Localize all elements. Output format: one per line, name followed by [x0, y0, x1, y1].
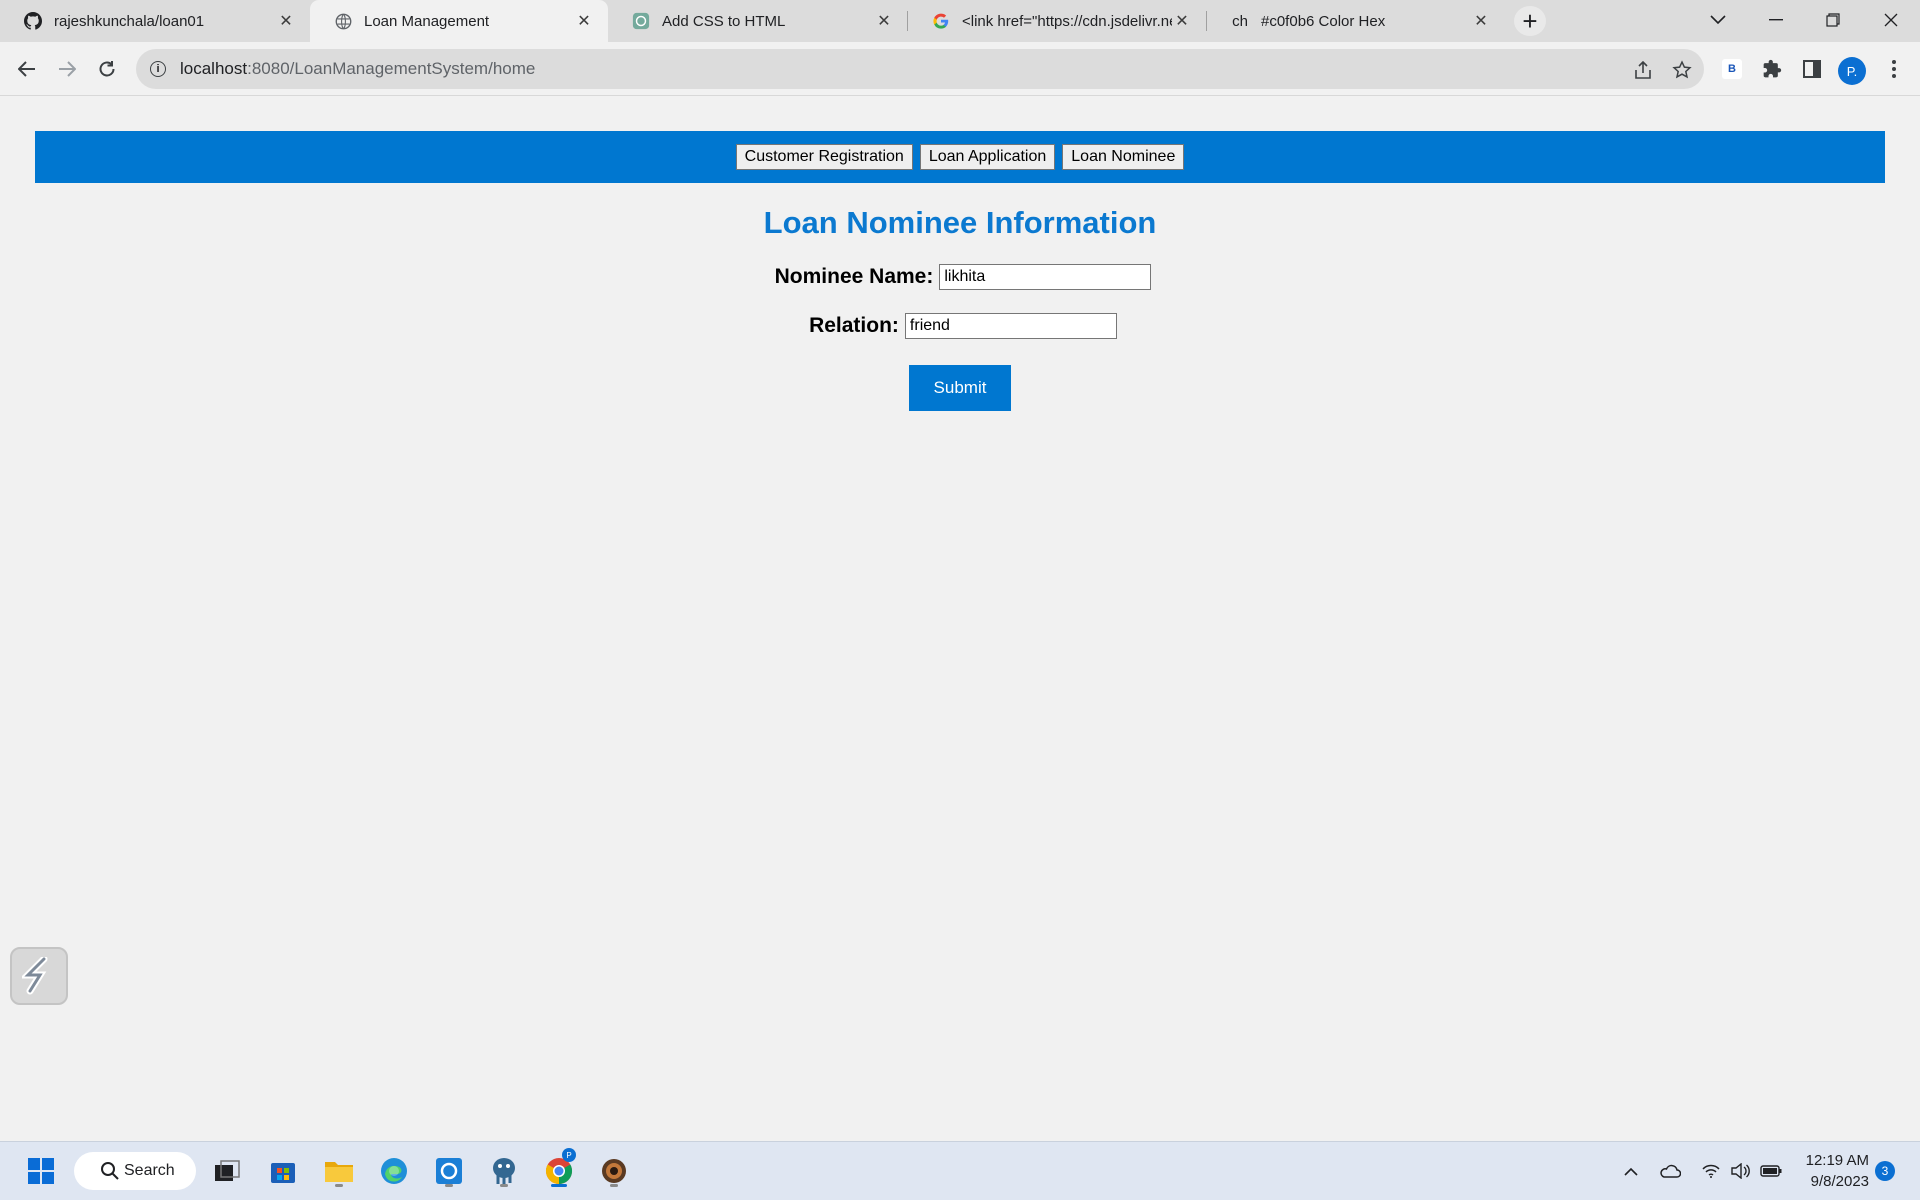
relation-input[interactable]: [904, 313, 1117, 339]
restore-icon[interactable]: [1813, 4, 1853, 36]
extension-badge: B: [1722, 59, 1742, 79]
share-icon[interactable]: [1628, 55, 1658, 85]
github-icon: [24, 12, 42, 30]
new-tab-button[interactable]: +: [1514, 6, 1546, 36]
address-bar[interactable]: i localhost:8080/LoanManagementSystem/ho…: [136, 49, 1704, 89]
running-indicator: [610, 1184, 618, 1187]
chatgpt-icon: [632, 12, 650, 30]
avatar[interactable]: P.: [1838, 57, 1866, 85]
app-shield-icon[interactable]: [595, 1152, 633, 1190]
close-window-icon[interactable]: [1871, 4, 1911, 36]
clock-time: 12:19 AM: [1805, 1152, 1869, 1169]
loan-application-button[interactable]: Loan Application: [919, 144, 1056, 170]
running-indicator: [445, 1184, 453, 1187]
more-menu-icon[interactable]: [1879, 54, 1909, 84]
customer-registration-button[interactable]: Customer Registration: [735, 144, 913, 170]
edge-browser-icon[interactable]: [375, 1152, 413, 1190]
widget-logo-icon: [22, 957, 48, 995]
wifi-icon[interactable]: [1697, 1154, 1725, 1188]
battery-icon[interactable]: [1757, 1154, 1785, 1188]
clock-date: 9/8/2023: [1810, 1173, 1869, 1190]
side-panel-icon[interactable]: [1797, 54, 1827, 84]
tab-title: rajeshkunchala/loan01: [54, 12, 205, 30]
google-icon: [932, 12, 950, 30]
relation-label: Relation:: [809, 314, 899, 337]
taskbar-search[interactable]: Search: [74, 1152, 196, 1190]
task-view-icon[interactable]: [208, 1152, 246, 1190]
cortana-icon[interactable]: [430, 1152, 468, 1190]
running-indicator: [500, 1184, 508, 1187]
loan-nominee-button[interactable]: Loan Nominee: [1062, 144, 1185, 170]
browser-toolbar: i localhost:8080/LoanManagementSystem/ho…: [0, 42, 1920, 96]
notification-badge[interactable]: 3: [1875, 1161, 1895, 1181]
active-indicator: [551, 1184, 567, 1187]
close-icon[interactable]: ✕: [1471, 11, 1491, 31]
forward-arrow-icon[interactable]: [50, 52, 84, 86]
reload-icon[interactable]: [90, 52, 124, 86]
tab-title: Add CSS to HTML: [662, 12, 786, 30]
back-arrow-icon[interactable]: [10, 52, 44, 86]
chrome-icon[interactable]: P: [540, 1148, 578, 1190]
url-host: localhost: [180, 59, 248, 78]
nominee-name-input[interactable]: [939, 264, 1152, 290]
page-title: Loan Nominee Information: [763, 205, 1157, 240]
tab-title: #c0f0b6 Color Hex: [1261, 12, 1386, 30]
site-info-icon[interactable]: i: [150, 61, 166, 77]
page-content: Customer Registration Loan Application L…: [0, 97, 1920, 1141]
taskbar-clock[interactable]: 12:19 AM 9/8/2023: [1793, 1150, 1869, 1192]
relation-row: Relation:: [0, 313, 1920, 339]
tab-search-icon[interactable]: [1698, 4, 1738, 36]
tab-title: Loan Management: [364, 12, 490, 30]
bookmark-star-icon[interactable]: [1667, 55, 1697, 85]
postgresql-icon[interactable]: [485, 1152, 523, 1190]
close-icon[interactable]: ✕: [874, 11, 894, 31]
taskbar: Search P 12:19 AM 9/8/2023 3: [0, 1141, 1920, 1200]
file-explorer-icon[interactable]: [320, 1152, 358, 1190]
browser-tab-strip: rajeshkunchala/loan01 ✕ Loan Management …: [0, 0, 1920, 42]
globe-icon: [334, 12, 352, 30]
nominee-name-row: Nominee Name:: [0, 264, 1920, 290]
running-indicator: [335, 1184, 343, 1187]
floating-app-widget[interactable]: [10, 947, 68, 1005]
tab-color-hex[interactable]: ch #c0f0b6 Color Hex ✕: [1207, 0, 1505, 42]
colorhex-icon: ch: [1232, 12, 1248, 30]
volume-icon[interactable]: [1726, 1154, 1754, 1188]
tab-add-css[interactable]: Add CSS to HTML ✕: [608, 0, 908, 42]
url-path: :8080/LoanManagementSystem/home: [247, 59, 536, 78]
profile-badge-icon: P: [562, 1148, 576, 1162]
close-icon[interactable]: ✕: [574, 11, 594, 31]
submit-button[interactable]: Submit: [909, 365, 1011, 411]
minimize-icon[interactable]: [1756, 4, 1796, 36]
windows-start-icon[interactable]: [22, 1152, 60, 1190]
extensions-puzzle-icon[interactable]: [1757, 54, 1787, 84]
close-icon[interactable]: ✕: [276, 11, 296, 31]
onedrive-cloud-icon[interactable]: [1656, 1154, 1684, 1188]
nominee-name-label: Nominee Name:: [774, 265, 934, 288]
microsoft-store-icon[interactable]: [264, 1152, 302, 1190]
extension-b-icon[interactable]: B: [1717, 54, 1747, 84]
tab-title: <link href="https://cdn.jsdelivr.ne: [962, 12, 1172, 30]
tab-loan-management[interactable]: Loan Management ✕: [310, 0, 608, 42]
close-icon[interactable]: ✕: [1172, 11, 1192, 31]
tab-github[interactable]: rajeshkunchala/loan01 ✕: [0, 0, 310, 42]
search-icon: [101, 1162, 119, 1180]
site-nav-bar: Customer Registration Loan Application L…: [35, 131, 1885, 183]
chevron-up-icon[interactable]: [1617, 1154, 1645, 1188]
tab-google-search[interactable]: <link href="https://cdn.jsdelivr.ne ✕: [908, 0, 1206, 42]
